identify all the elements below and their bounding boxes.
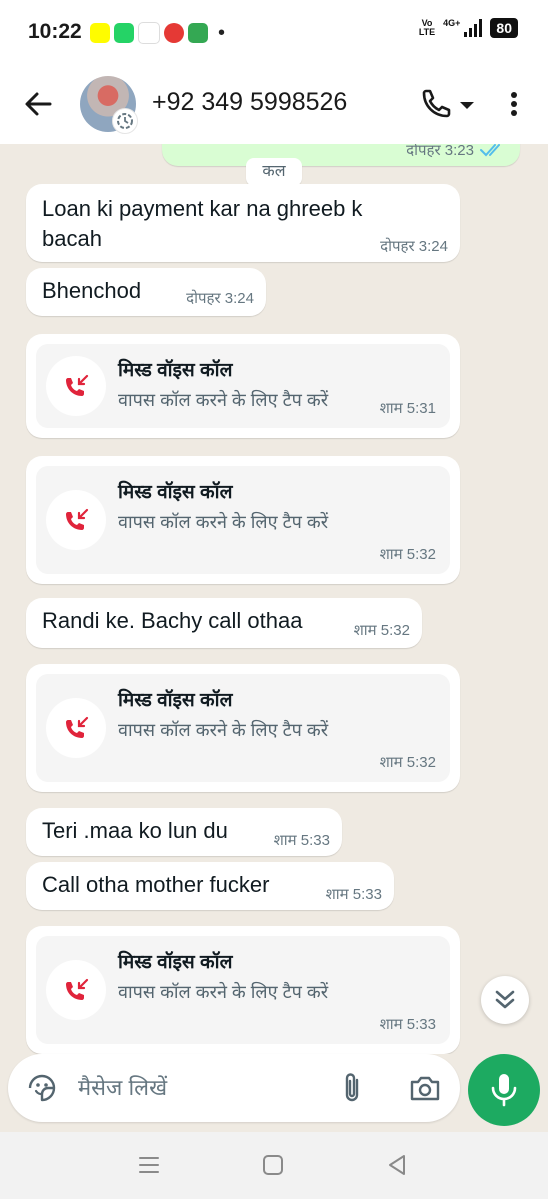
home-button[interactable] xyxy=(258,1150,288,1180)
call-subtitle: वापस कॉल करने के लिए टैप करें xyxy=(118,720,329,740)
missed-call-card[interactable]: मिस्ड वॉइस कॉल वापस कॉल करने के लिए टैप … xyxy=(36,936,450,1044)
message-text-line: bacah xyxy=(42,226,102,251)
system-navigation-bar xyxy=(0,1132,548,1199)
scroll-to-bottom-button[interactable] xyxy=(481,976,529,1024)
missed-call-bubble[interactable]: मिस्ड वॉइस कॉल वापस कॉल करने के लिए टैप … xyxy=(26,926,460,1054)
home-square-icon xyxy=(263,1155,283,1175)
call-subtitle: वापस कॉल करने के लिए टैप करें xyxy=(118,982,329,1002)
message-bubble-incoming[interactable]: Loan ki payment kar na ghreeb k bacah दो… xyxy=(26,184,460,262)
system-indicators: Vo LTE 4G+ 80 xyxy=(419,18,518,38)
news-app-icon xyxy=(138,22,160,44)
triangle-back-icon xyxy=(389,1155,405,1175)
missed-call-bubble[interactable]: मिस्ड वॉइस कॉल वापस कॉल करने के लिए टैप … xyxy=(26,664,460,792)
app-icon xyxy=(164,23,184,43)
network-type: 4G+ xyxy=(443,18,461,28)
missed-call-card[interactable]: मिस्ड वॉइस कॉल वापस कॉल करने के लिए टैप … xyxy=(36,674,450,782)
microphone-icon xyxy=(491,1074,517,1107)
call-title: मिस्ड वॉइस कॉल xyxy=(118,690,233,711)
message-bubble-incoming[interactable]: Bhenchod दोपहर 3:24 xyxy=(26,268,266,316)
missed-call-icon-circle xyxy=(46,490,106,550)
message-time: शाम 5:33 xyxy=(325,886,382,903)
more-options-button[interactable] xyxy=(500,88,528,120)
message-composer xyxy=(8,1054,460,1122)
message-text: Bhenchod xyxy=(42,278,142,303)
missed-call-bubble[interactable]: मिस्ड वॉइस कॉल वापस कॉल करने के लिए टैप … xyxy=(26,334,460,438)
battery-indicator: 80 xyxy=(490,18,518,38)
camera-icon xyxy=(410,1076,440,1101)
missed-call-card[interactable]: मिस्ड वॉइस कॉल वापस कॉल करने के लिए टैप … xyxy=(36,466,450,574)
message-bubble-incoming[interactable]: Randi ke. Bachy call othaa शाम 5:32 xyxy=(26,598,422,648)
nav-back-button[interactable] xyxy=(382,1150,412,1180)
missed-call-icon-circle xyxy=(46,960,106,1020)
notification-icons: • xyxy=(90,22,225,44)
volte-bottom: LTE xyxy=(418,27,436,37)
status-ring-icon xyxy=(112,108,138,134)
contact-name[interactable]: +92 349 5998526 xyxy=(152,88,347,117)
status-time: 10:22 xyxy=(28,20,82,43)
message-text: Randi ke. Bachy call othaa xyxy=(42,608,303,633)
missed-call-icon-circle xyxy=(46,356,106,416)
arrow-left-icon xyxy=(25,92,52,116)
message-text: Call otha mother fucker xyxy=(42,872,270,897)
missed-call-card[interactable]: मिस्ड वॉइस कॉल वापस कॉल करने के लिए टैप … xyxy=(36,344,450,428)
recents-button[interactable] xyxy=(134,1150,164,1180)
missed-call-icon xyxy=(66,374,89,396)
camera-button[interactable] xyxy=(408,1072,442,1104)
snapchat-icon xyxy=(90,23,110,43)
sticker-smile-icon xyxy=(28,1074,56,1102)
volte-indicator: Vo LTE xyxy=(419,19,435,37)
missed-call-icon xyxy=(66,716,89,738)
message-time: शाम 5:32 xyxy=(353,622,410,639)
missed-call-icon xyxy=(66,508,89,530)
voice-call-button[interactable] xyxy=(418,88,474,120)
emoji-button[interactable] xyxy=(26,1072,58,1104)
whatsapp-icon xyxy=(114,23,134,43)
call-title: मिस्ड वॉइस कॉल xyxy=(118,952,233,973)
paperclip-icon xyxy=(345,1073,359,1102)
message-input[interactable] xyxy=(78,1072,318,1104)
double-chevron-down-icon xyxy=(495,990,515,1009)
call-time: शाम 5:32 xyxy=(379,754,436,771)
attach-button[interactable] xyxy=(338,1070,366,1106)
message-time: दोपहर 3:23 xyxy=(406,144,474,159)
signal-icon xyxy=(464,19,483,37)
chat-messages[interactable]: दोपहर 3:23 कल Loan ki payment kar na ghr… xyxy=(0,144,548,1054)
call-time: शाम 5:33 xyxy=(379,1016,436,1033)
chevron-down-icon xyxy=(460,102,474,109)
phone-icon xyxy=(422,89,474,118)
missed-call-icon xyxy=(66,978,89,1000)
message-text-line: Loan ki payment kar na ghreeb k xyxy=(42,196,363,221)
call-time: शाम 5:32 xyxy=(379,546,436,563)
call-subtitle: वापस कॉल करने के लिए टैप करें xyxy=(118,512,329,532)
messages-icon xyxy=(188,23,208,43)
message-time: दोपहर 3:24 xyxy=(186,290,254,307)
voice-message-button[interactable] xyxy=(468,1054,540,1126)
call-title: मिस्ड वॉइस कॉल xyxy=(118,360,233,381)
date-separator: कल xyxy=(246,158,302,186)
call-title: मिस्ड वॉइस कॉल xyxy=(118,482,233,503)
message-bubble-incoming[interactable]: Teri .maa ko lun du शाम 5:33 xyxy=(26,808,342,856)
more-notifications-dot: • xyxy=(218,22,226,44)
message-text: Teri .maa ko lun du xyxy=(42,818,228,843)
call-time: शाम 5:31 xyxy=(379,400,436,417)
chat-header: +92 349 5998526 xyxy=(0,68,548,144)
read-receipt-icon xyxy=(480,144,500,157)
message-time: दोपहर 3:24 xyxy=(380,238,448,255)
message-bubble-incoming[interactable]: Call otha mother fucker शाम 5:33 xyxy=(26,862,394,910)
back-button[interactable] xyxy=(22,88,54,120)
message-text: Loan ki payment kar na ghreeb k bacah xyxy=(42,194,362,254)
status-bar: 10:22 • Vo LTE 4G+ 80 xyxy=(0,0,548,68)
status-ring-graphic xyxy=(117,113,133,129)
message-bubble-outgoing[interactable]: दोपहर 3:23 xyxy=(162,144,520,166)
more-vertical-icon xyxy=(511,92,517,116)
menu-lines-icon xyxy=(139,1157,159,1173)
missed-call-bubble[interactable]: मिस्ड वॉइस कॉल वापस कॉल करने के लिए टैप … xyxy=(26,456,460,584)
message-time: शाम 5:33 xyxy=(273,832,330,849)
missed-call-icon-circle xyxy=(46,698,106,758)
call-subtitle: वापस कॉल करने के लिए टैप करें xyxy=(118,390,329,410)
